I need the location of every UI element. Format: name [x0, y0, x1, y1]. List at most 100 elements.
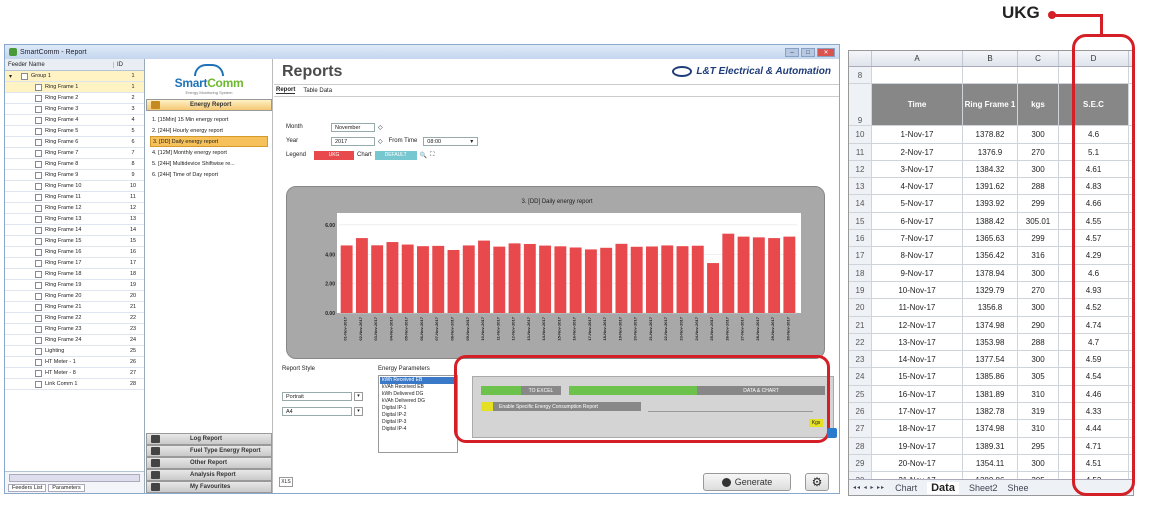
report-item[interactable]: 6. [24H] Time of Day report [150, 169, 268, 180]
chevron-down-icon[interactable]: ▾ [354, 392, 363, 401]
cell[interactable]: 288 [1018, 333, 1059, 351]
checkbox[interactable] [35, 270, 42, 278]
checkbox[interactable] [35, 116, 42, 124]
tree-item[interactable]: Ring Frame 21 21 [5, 302, 144, 313]
cell[interactable] [963, 67, 1018, 84]
row-number[interactable]: 23 [849, 351, 872, 368]
checkbox[interactable] [35, 83, 42, 91]
report-item[interactable]: 2. [24H] Hourly energy report [150, 125, 268, 136]
legend-swatch[interactable]: UKG [314, 150, 354, 160]
cell[interactable]: 1356.8 [963, 299, 1018, 316]
cell[interactable] [1018, 67, 1059, 84]
bar[interactable] [523, 243, 536, 313]
row-number[interactable]: 19 [849, 281, 872, 299]
cell[interactable]: 4-Nov-17 [872, 178, 963, 195]
zoom-icon[interactable]: 🔍 [420, 152, 427, 159]
row-number[interactable]: 12 [849, 160, 872, 178]
spinner-icon[interactable]: ◇ [378, 124, 383, 131]
row-number[interactable]: 28 [849, 437, 872, 454]
cell[interactable]: 319 [1018, 403, 1059, 420]
checkbox[interactable] [35, 127, 42, 135]
row-number[interactable]: 8 [849, 67, 872, 84]
cell[interactable]: 1378.94 [963, 264, 1018, 281]
orientation-select[interactable]: Portrait [282, 392, 352, 401]
cell[interactable]: 1329.79 [963, 281, 1018, 299]
row-number[interactable]: 24 [849, 368, 872, 385]
bar[interactable] [401, 244, 414, 313]
tab-report[interactable]: Report [276, 87, 296, 94]
checkbox[interactable] [35, 182, 42, 190]
cell[interactable]: 20-Nov-17 [872, 454, 963, 472]
checkbox[interactable] [35, 138, 42, 146]
row-number[interactable]: 27 [849, 420, 872, 437]
energy-parameter-item[interactable]: kVAh Received EB [380, 384, 456, 391]
cell[interactable]: 1374.98 [963, 420, 1018, 437]
tree-item[interactable]: Ring Frame 5 5 [5, 126, 144, 137]
tree-item[interactable]: Ring Frame 20 20 [5, 291, 144, 302]
row-number[interactable]: 22 [849, 333, 872, 351]
header-ring-frame[interactable]: Ring Frame 1 [963, 84, 1018, 126]
cell[interactable]: 1354.11 [963, 454, 1018, 472]
bar[interactable] [783, 236, 796, 313]
cell[interactable]: 316 [1018, 247, 1059, 264]
sheet-nav-arrows[interactable]: ◂◂ ◂ ▸ ▸▸ [853, 484, 885, 491]
cell[interactable]: 299 [1018, 230, 1059, 247]
bar[interactable] [462, 245, 475, 313]
energy-parameters-list[interactable]: kWh Received EB kVAh Received EB kWh Deliv… [378, 375, 458, 453]
cell[interactable]: 1382.78 [963, 403, 1018, 420]
row-number[interactable]: 14 [849, 195, 872, 212]
report-item[interactable]: 5. [24H] Multidevice Shiftwise re... [150, 158, 268, 169]
bar[interactable] [355, 238, 368, 313]
cell[interactable]: 1391.62 [963, 178, 1018, 195]
bar[interactable] [554, 246, 567, 313]
row-number[interactable]: 13 [849, 178, 872, 195]
checkbox[interactable] [35, 347, 42, 355]
cell[interactable]: 16-Nov-17 [872, 385, 963, 403]
checkbox[interactable] [35, 314, 42, 322]
cell[interactable]: 1389.31 [963, 437, 1018, 454]
tree-item[interactable]: Ring Frame 13 13 [5, 214, 144, 225]
row-number[interactable]: 18 [849, 264, 872, 281]
cell[interactable]: 270 [1018, 143, 1059, 160]
checkbox[interactable] [35, 226, 42, 234]
xls-button[interactable]: XLS [279, 477, 293, 487]
tree-item[interactable]: Ring Frame 11 11 [5, 192, 144, 203]
bar[interactable] [707, 263, 719, 313]
chevron-down-icon[interactable]: ▾ [354, 407, 363, 416]
tree-item[interactable]: Ring Frame 2 2 [5, 93, 144, 104]
checkbox[interactable] [35, 303, 42, 311]
chevron-down-icon[interactable]: ▾ [470, 138, 473, 145]
cell[interactable]: 18-Nov-17 [872, 420, 963, 437]
cell[interactable]: 1388.42 [963, 212, 1018, 230]
tab-feeders-list[interactable]: Feeders List [8, 484, 47, 492]
checkbox[interactable] [35, 94, 42, 102]
cell[interactable]: 1384.32 [963, 160, 1018, 178]
bar[interactable] [722, 233, 735, 313]
tree-item[interactable]: Link Comm 1 28 [5, 379, 144, 390]
energy-report-button[interactable]: Energy Report [146, 99, 272, 111]
chart-style-select[interactable]: DEFAULT [374, 150, 417, 160]
cell[interactable]: 1376.9 [963, 143, 1018, 160]
horizontal-scrollbar[interactable] [9, 474, 140, 482]
cell[interactable]: 9-Nov-17 [872, 264, 963, 281]
bar[interactable] [661, 245, 674, 313]
bar[interactable] [584, 249, 597, 313]
report-item[interactable]: 4. [12M] Monthly energy report [150, 147, 268, 158]
bar[interactable] [646, 246, 658, 313]
bar[interactable] [447, 249, 460, 313]
checkbox[interactable] [35, 171, 42, 179]
expand-icon[interactable]: ▾ [9, 73, 17, 80]
cell[interactable]: 288 [1018, 178, 1059, 195]
bar[interactable] [630, 246, 643, 313]
close-button[interactable]: ✕ [817, 47, 835, 57]
bar[interactable] [417, 246, 429, 313]
tree-item[interactable]: Ring Frame 6 6 [5, 137, 144, 148]
tree-item[interactable]: Ring Frame 23 23 [5, 324, 144, 335]
checkbox[interactable] [35, 336, 42, 344]
checkbox[interactable] [35, 248, 42, 256]
cell[interactable]: 300 [1018, 264, 1059, 281]
row-number[interactable]: 10 [849, 126, 872, 143]
tree-group-row[interactable]: ▾ Group 1 1 [5, 71, 144, 82]
checkbox[interactable] [35, 215, 42, 223]
tree-item[interactable]: HT Meter - 1 26 [5, 357, 144, 368]
